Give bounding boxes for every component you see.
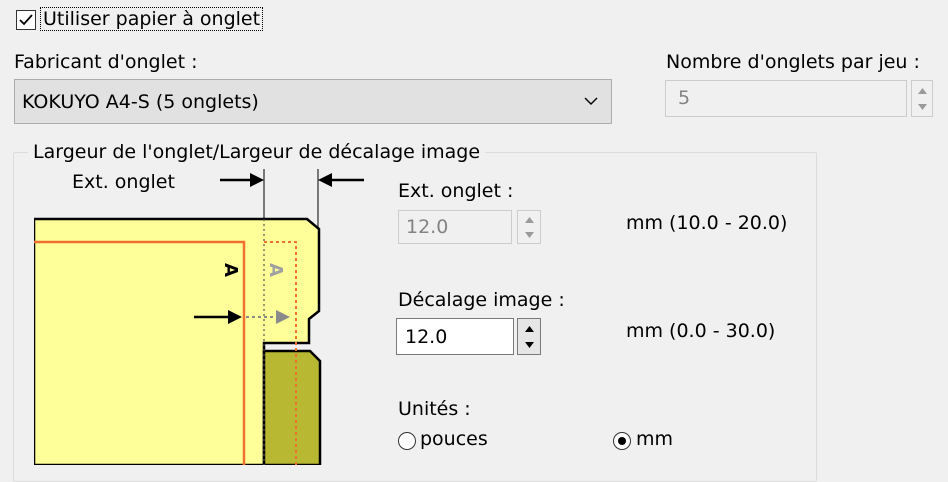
image-shift-spinner[interactable]: [517, 318, 541, 355]
tab-diagram: A A: [34, 169, 364, 465]
tab-width-group-title: Largeur de l'onglet/Largeur de décalage …: [28, 141, 486, 163]
spin-down-icon[interactable]: [518, 228, 540, 242]
units-label: Unités :: [398, 398, 471, 420]
image-shift-value: 12.0: [405, 326, 448, 348]
use-tab-paper-label[interactable]: Utiliser papier à onglet: [40, 7, 264, 31]
spin-down-icon[interactable]: [518, 337, 540, 352]
tab-extension-label: Ext. onglet :: [398, 180, 514, 202]
units-mm-label[interactable]: mm: [636, 428, 673, 450]
tabs-per-set-label: Nombre d'onglets par jeu :: [666, 51, 920, 73]
tabs-per-set-value: 5: [678, 87, 691, 109]
units-mm-radio[interactable]: [613, 432, 631, 450]
spin-up-icon[interactable]: [912, 83, 932, 98]
tabs-per-set-spinner[interactable]: [911, 80, 933, 117]
units-inches-label[interactable]: pouces: [420, 428, 488, 450]
use-tab-paper-checkbox[interactable]: [16, 10, 36, 30]
svg-text:A: A: [265, 263, 286, 277]
image-shift-label: Décalage image :: [398, 289, 565, 311]
spin-up-icon[interactable]: [518, 213, 540, 227]
image-shift-range: mm (0.0 - 30.0): [626, 320, 776, 342]
tab-extension-spinner[interactable]: [517, 210, 541, 244]
image-shift-input[interactable]: 12.0: [396, 318, 514, 355]
tabs-per-set-input[interactable]: 5: [665, 80, 907, 117]
checkmark-icon: [19, 14, 33, 26]
tab-extension-input[interactable]: 12.0: [398, 210, 512, 244]
manufacturer-selected-value: KOKUYO A4-S (5 onglets): [22, 91, 259, 113]
manufacturer-select[interactable]: KOKUYO A4-S (5 onglets): [14, 79, 612, 124]
units-inches-radio[interactable]: [398, 432, 416, 450]
spin-down-icon[interactable]: [912, 99, 932, 114]
tab-extension-value: 12.0: [406, 216, 449, 238]
tab-illustration: Ext. onglet A A: [34, 165, 374, 465]
spin-up-icon[interactable]: [518, 321, 540, 336]
lower-tab: [262, 349, 322, 465]
manufacturer-label: Fabricant d'onglet :: [14, 51, 198, 73]
tab-extension-range: mm (10.0 - 20.0): [626, 212, 788, 234]
chevron-down-icon: [584, 97, 598, 105]
svg-text:A: A: [220, 263, 241, 277]
